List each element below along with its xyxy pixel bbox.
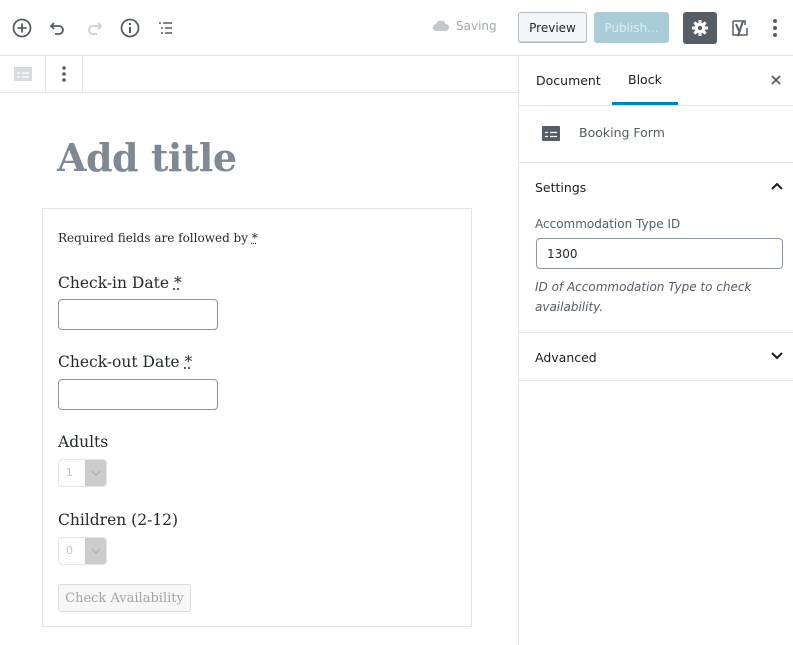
settings-sidebar: Document Block Booking Form Settings Acc…	[518, 56, 793, 645]
accommodation-type-id-input[interactable]	[536, 238, 783, 269]
cloud-icon	[432, 20, 450, 32]
more-options-button[interactable]	[764, 14, 786, 42]
advanced-panel: Advanced	[519, 333, 793, 381]
accommodation-type-help: ID of Accommodation Type to check availa…	[535, 280, 752, 314]
saving-status: Saving	[432, 19, 497, 33]
required-mark: *	[184, 353, 193, 371]
editor-canvas: Add title Required fields are followed b…	[0, 93, 518, 645]
editor-header: Saving Preview Publish...	[0, 0, 793, 56]
chevron-down-icon	[85, 460, 106, 486]
checkin-date-input[interactable]	[58, 299, 218, 330]
checkout-date-input[interactable]	[58, 379, 218, 410]
check-availability-button[interactable]: Check Availability	[58, 584, 191, 612]
block-name: Booking Form	[579, 125, 665, 140]
undo-button[interactable]	[44, 14, 72, 42]
children-select[interactable]: 0	[58, 537, 107, 565]
block-toolbar	[0, 56, 518, 93]
info-icon	[120, 18, 140, 38]
adults-label: Adults	[58, 433, 109, 451]
yoast-seo-button[interactable]	[727, 14, 753, 42]
saving-label: Saving	[456, 19, 497, 33]
checkin-label: Check-in Date *	[58, 274, 182, 292]
settings-panel-title: Settings	[535, 179, 587, 195]
close-sidebar-button[interactable]	[766, 70, 786, 90]
close-icon	[771, 75, 781, 85]
checkin-label-text: Check-in Date	[58, 274, 169, 292]
adults-value: 1	[66, 466, 73, 479]
undo-icon	[49, 22, 64, 35]
post-title-input[interactable]: Add title	[57, 135, 237, 180]
block-more-options-button[interactable]	[46, 56, 83, 92]
settings-panel-toggle[interactable]: Settings	[519, 163, 793, 211]
required-mark: *	[173, 274, 182, 292]
redo-button[interactable]	[80, 14, 108, 42]
advanced-panel-toggle[interactable]: Advanced	[519, 333, 793, 381]
required-mark: *	[251, 231, 258, 245]
children-value: 0	[66, 544, 73, 557]
children-label: Children (2-12)	[58, 511, 179, 529]
block-card: Booking Form	[519, 106, 793, 163]
checkout-label: Check-out Date *	[58, 353, 192, 371]
checkout-label-text: Check-out Date	[58, 353, 180, 371]
gear-icon	[692, 20, 708, 36]
chevron-down-icon	[85, 538, 106, 564]
plus-circle-icon	[12, 18, 32, 38]
required-note-text: Required fields are followed by	[58, 231, 249, 245]
sidebar-tabs: Document Block	[519, 56, 793, 106]
redo-icon	[88, 22, 103, 35]
yoast-icon	[732, 20, 748, 37]
publish-button[interactable]: Publish...	[594, 12, 669, 43]
chevron-down-icon	[771, 352, 783, 360]
more-vertical-icon	[62, 66, 66, 82]
required-note: Required fields are followed by *	[58, 231, 258, 245]
more-vertical-icon	[773, 19, 777, 37]
booking-form-block[interactable]: Required fields are followed by * Check-…	[42, 208, 472, 627]
content-info-button[interactable]	[116, 14, 144, 42]
form-block-icon	[542, 126, 560, 141]
settings-button[interactable]	[683, 12, 717, 44]
preview-button[interactable]: Preview	[518, 12, 587, 43]
accommodation-type-label: Accommodation Type ID	[535, 217, 681, 231]
add-block-button[interactable]	[8, 14, 36, 42]
block-type-button[interactable]	[0, 56, 46, 92]
form-block-icon	[13, 67, 32, 81]
block-navigation-button[interactable]	[152, 14, 180, 42]
adults-select[interactable]: 1	[58, 459, 107, 487]
tab-document[interactable]: Document	[520, 56, 617, 105]
chevron-up-icon	[771, 182, 783, 190]
list-outline-icon	[159, 22, 172, 34]
tab-block[interactable]: Block	[612, 56, 678, 105]
advanced-panel-title: Advanced	[535, 349, 597, 365]
settings-panel-body: Accommodation Type ID ID of Accommodatio…	[519, 211, 793, 333]
